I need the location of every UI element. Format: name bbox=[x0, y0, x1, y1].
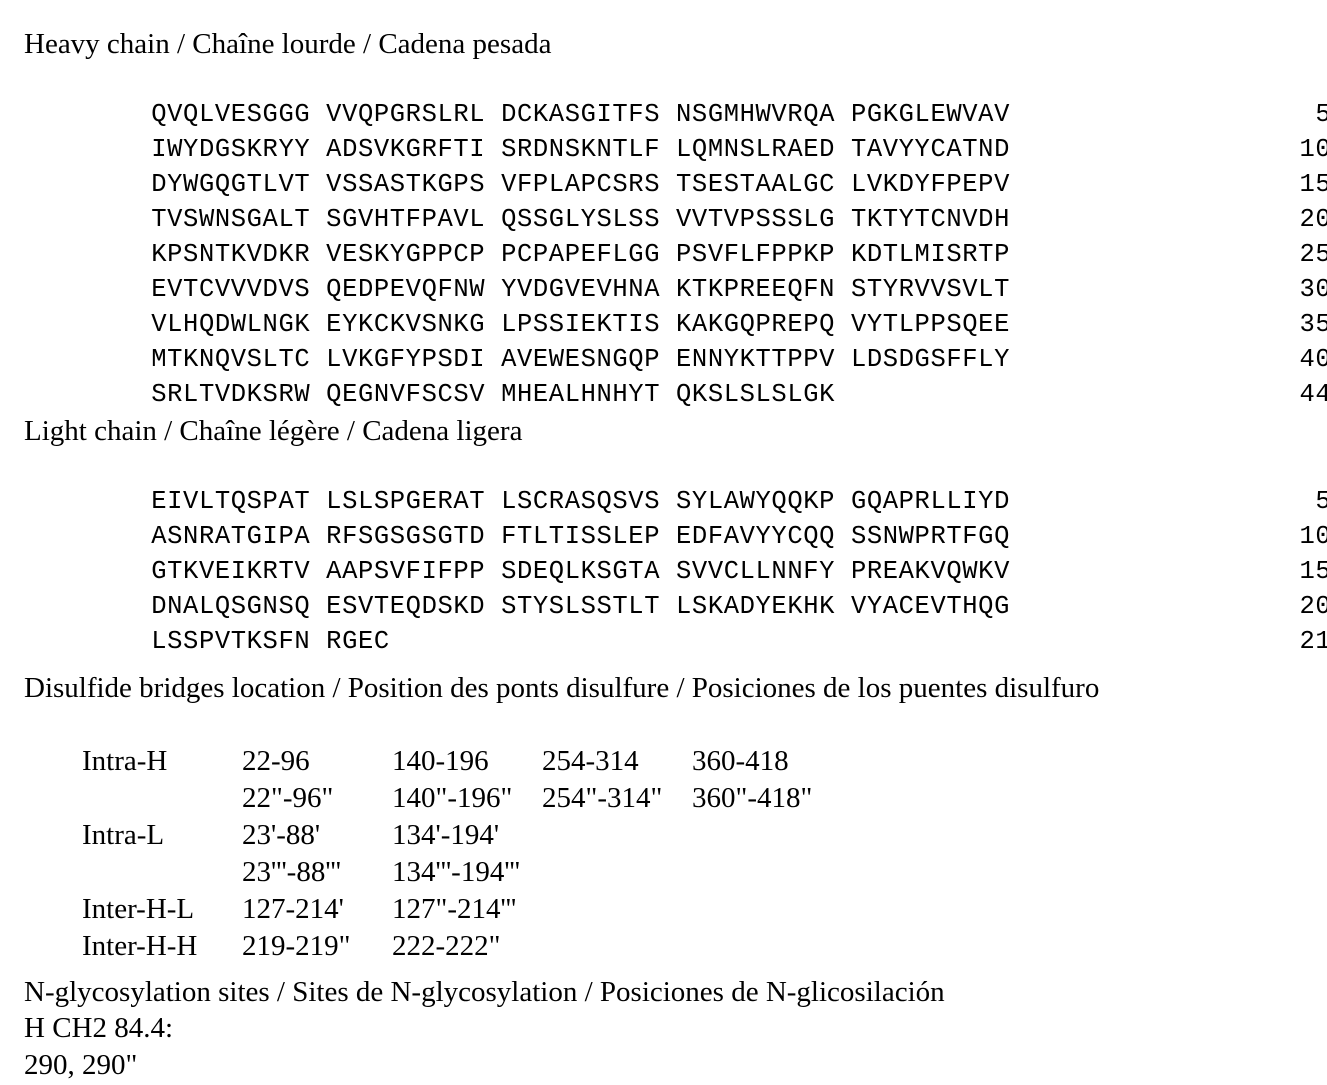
sequence-residues: SRLTVDKSRW QEGNVFSCSV MHEALHNHYT QKSLSLS… bbox=[151, 380, 836, 409]
bridge-pair: 23'-88' bbox=[242, 819, 321, 851]
sequence-position: 50 bbox=[1315, 100, 1327, 129]
sequence-residues: VLHQDWLNGK EYKCKVSNKG LPSSIEKTIS KAKGQPR… bbox=[151, 310, 1010, 339]
sequence-residues: EIVLTQSPAT LSLSPGERAT LSCRASQSVS SYLAWYQ… bbox=[151, 487, 1010, 516]
bridge-pair: 360-418 bbox=[692, 745, 789, 777]
sequence-position: 100 bbox=[1299, 522, 1327, 551]
bridge-pair: 134'-194' bbox=[392, 819, 500, 851]
bridge-pair: 22"-96" bbox=[242, 782, 334, 814]
sequence-position: 200 bbox=[1299, 205, 1327, 234]
sequence-residues: EVTCVVVDVS QEDPEVQFNW YVDGVEVHNA KTKPREE… bbox=[151, 275, 1010, 304]
sequence-residues: KPSNTKVDKR VESKYGPPCP PCPAPEFLGG PSVFLFP… bbox=[151, 240, 1010, 269]
bridge-label: Inter-H-H bbox=[82, 930, 198, 962]
light-chain-sequence: EIVLTQSPAT LSLSPGERAT LSCRASQSVS SYLAWYQ… bbox=[24, 449, 1327, 656]
glycosylation-positions: 290, 290" bbox=[24, 1049, 138, 1081]
bridge-pair: 219-219" bbox=[242, 930, 351, 962]
document-body: Heavy chain / Chaîne lourde / Cadena pes… bbox=[24, 26, 1327, 1084]
sequence-row: QVQLVESGGG VVQPGRSLRL DCKASGITFS NSGMHWV… bbox=[24, 62, 1327, 129]
sequence-residues: LSSPVTKSFN RGEC bbox=[151, 627, 390, 656]
bridge-pair: 127-214' bbox=[242, 893, 344, 925]
sequence-residues: GTKVEIKRTV AAPSVFIFPP SDEQLKSGTA SVVCLLN… bbox=[151, 557, 1010, 586]
sequence-residues: QVQLVESGGG VVQPGRSLRL DCKASGITFS NSGMHWV… bbox=[151, 100, 1010, 129]
sequence-position: 50 bbox=[1315, 487, 1327, 516]
sequence-residues: IWYDGSKRYY ADSVKGRFTI SRDNSKNTLF LQMNSLR… bbox=[151, 135, 1010, 164]
heavy-chain-sequence: QVQLVESGGG VVQPGRSLRL DCKASGITFS NSGMHWV… bbox=[24, 62, 1327, 409]
disulfide-bridges-list: Intra-H 22-96 140-196 254-314 360-418 22"-96… bbox=[24, 706, 1303, 962]
glycosylation-title: N-glycosylation sites / Sites de N-glyco… bbox=[24, 976, 945, 1008]
bridge-pair: 134'''-194''' bbox=[392, 856, 521, 888]
bridge-label: Intra-H bbox=[82, 745, 168, 777]
bridge-label: Inter-H-L bbox=[82, 893, 195, 925]
heavy-chain-title: Heavy chain / Chaîne lourde / Cadena pes… bbox=[24, 28, 552, 60]
bridge-row: Intra-H 22-96 140-196 254-314 360-418 bbox=[24, 706, 1303, 777]
sequence-residues: MTKNQVSLTC LVKGFYPSDI AVEWESNGQP ENNYKTT… bbox=[151, 345, 1010, 374]
bridge-label: Intra-L bbox=[82, 819, 165, 851]
bridge-pair: 360"-418" bbox=[692, 782, 813, 814]
sequence-position: 400 bbox=[1299, 345, 1327, 374]
disulfide-bridges-title: Disulfide bridges location / Position de… bbox=[24, 672, 1100, 704]
glycosylation-site-label: H CH2 84.4: bbox=[24, 1012, 174, 1044]
sequence-position: 350 bbox=[1299, 310, 1327, 339]
sequence-position: 150 bbox=[1299, 557, 1327, 586]
bridge-pair: 222-222" bbox=[392, 930, 501, 962]
sequence-position: 150 bbox=[1299, 170, 1327, 199]
sequence-residues: TVSWNSGALT SGVHTFPAVL QSSGLYSLSS VVTVPSS… bbox=[151, 205, 1010, 234]
sequence-residues: DYWGQGTLVT VSSASTKGPS VFPLAPCSRS TSESTAA… bbox=[151, 170, 1010, 199]
sequence-position: 100 bbox=[1299, 135, 1327, 164]
sequence-position: 440 bbox=[1299, 380, 1327, 409]
sequence-residues: ASNRATGIPA RFSGSGSGTD FTLTISSLEP EDFAVYY… bbox=[151, 522, 1010, 551]
bridge-pair: 23'''-88''' bbox=[242, 856, 342, 888]
bridge-pair: 254-314 bbox=[542, 745, 639, 777]
bridge-pair: 140-196 bbox=[392, 745, 489, 777]
sequence-row: EIVLTQSPAT LSLSPGERAT LSCRASQSVS SYLAWYQ… bbox=[24, 449, 1327, 516]
heavy-chain-section: Heavy chain / Chaîne lourde / Cadena pes… bbox=[24, 26, 1327, 409]
sequence-position: 250 bbox=[1299, 240, 1327, 269]
disulfide-bridges-section: Disulfide bridges location / Position de… bbox=[24, 670, 1303, 962]
light-chain-title: Light chain / Chaîne légère / Cadena lig… bbox=[24, 415, 523, 447]
sequence-residues: DNALQSGNSQ ESVTEQDSKD STYSLSSTLT LSKADYE… bbox=[151, 592, 1010, 621]
bridge-pair: 254"-314" bbox=[542, 782, 663, 814]
glycosylation-details: H CH2 84.4: 290, 290" bbox=[24, 1010, 1303, 1084]
sequence-position: 200 bbox=[1299, 592, 1327, 621]
sequence-position: 214 bbox=[1299, 627, 1327, 656]
bridge-pair: 22-96 bbox=[242, 745, 310, 777]
glycosylation-section: N-glycosylation sites / Sites de N-glyco… bbox=[24, 974, 1303, 1084]
bridge-pair: 140"-196" bbox=[392, 782, 513, 814]
bridge-pair: 127"-214''' bbox=[392, 893, 517, 925]
light-chain-section: Light chain / Chaîne légère / Cadena lig… bbox=[24, 413, 1327, 656]
sequence-position: 300 bbox=[1299, 275, 1327, 304]
